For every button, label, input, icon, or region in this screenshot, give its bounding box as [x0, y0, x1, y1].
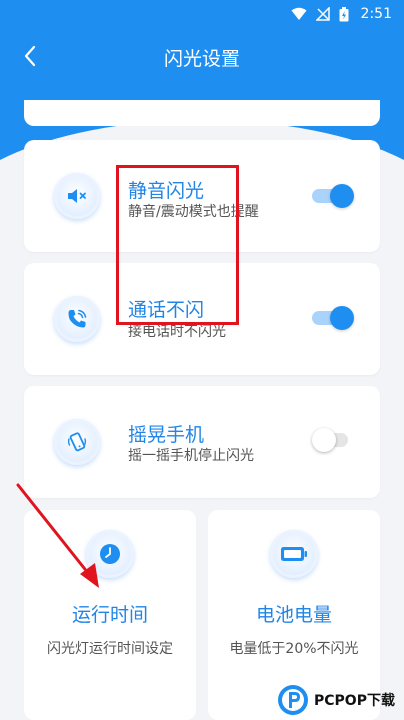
battery-icon [270, 530, 318, 578]
setting-card-shake-phone[interactable]: 摇晃手机 摇一摇手机停止闪光 [24, 386, 380, 498]
no-flash-on-call-toggle[interactable] [312, 304, 354, 332]
no-signal-icon [315, 7, 330, 21]
toggle-knob [330, 306, 354, 330]
watermark-logo: PCPOP下载 [276, 680, 404, 720]
tile-subtitle: 电量低于20%不闪光 [229, 641, 359, 657]
setting-subtitle: 摇一摇手机停止闪光 [128, 448, 254, 464]
tile-title: 电池电量 [255, 604, 332, 626]
shake-phone-toggle[interactable] [312, 426, 354, 454]
status-time: 2:51 [360, 6, 392, 22]
tile-title: 运行时间 [71, 604, 148, 626]
mute-speaker-icon [54, 173, 100, 219]
tile-subtitle: 闪光灯运行时间设定 [47, 641, 173, 657]
shake-phone-icon [54, 419, 100, 465]
setting-title: 通话不闪 [128, 299, 205, 321]
status-icons: 2:51 [291, 6, 392, 22]
setting-title: 静音闪光 [128, 180, 205, 202]
wifi-icon [291, 7, 307, 20]
setting-subtitle: 静音/震动模式也提醒 [128, 204, 259, 220]
top-card-strip [24, 100, 380, 126]
tile-run-time[interactable]: 运行时间 闪光灯运行时间设定 [24, 510, 196, 720]
phone-call-icon [54, 296, 100, 342]
clock-icon [86, 530, 134, 578]
silent-flash-toggle[interactable] [312, 182, 354, 210]
screen: 2:51 闪光设置 静音闪光 静音/震动模式也提醒 通话不闪 接电话时不闪光 摇… [0, 0, 404, 720]
page-title: 闪光设置 [163, 48, 240, 70]
watermark-brand: PCPOP下载 [314, 693, 395, 709]
setting-card-silent-flash[interactable]: 静音闪光 静音/震动模式也提醒 [24, 140, 380, 252]
status-bar: 2:51 [0, 0, 404, 28]
battery-charging-icon [339, 6, 349, 21]
toggle-knob [312, 428, 336, 452]
setting-title: 摇晃手机 [128, 424, 205, 446]
setting-card-no-flash-on-call[interactable]: 通话不闪 接电话时不闪光 [24, 263, 380, 375]
pcpop-logo-icon [278, 685, 308, 715]
setting-subtitle: 接电话时不闪光 [128, 324, 226, 340]
toggle-knob [330, 184, 354, 208]
